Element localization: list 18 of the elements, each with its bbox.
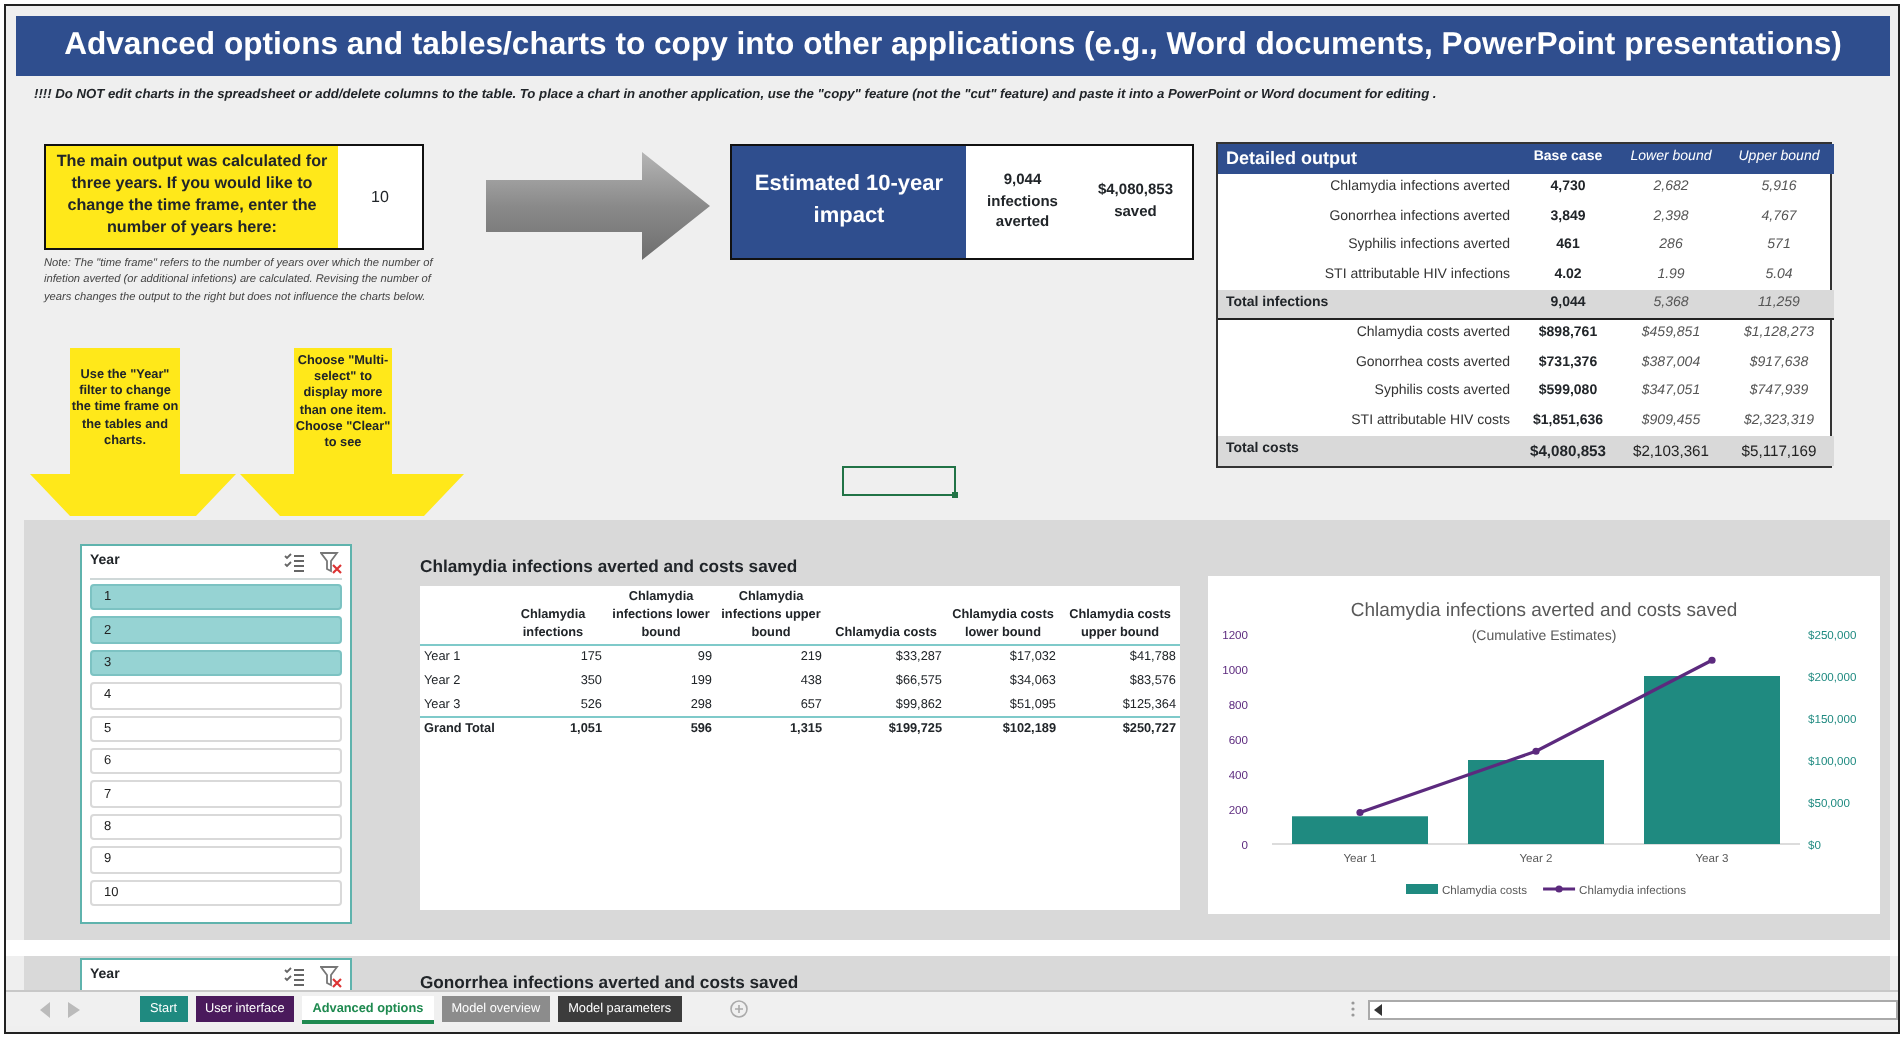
scroll-left-icon[interactable] [1370,1001,1386,1017]
table-title: Gonorrhea infections averted and costs saved [420,970,799,990]
chart-title: Chlamydia infections averted and costs saved [1350,600,1738,622]
input-label: The main output was calculated for three years. If you would like to change the time frame, enter the number of years here: [46,146,338,249]
clear-filter-icon[interactable] [320,965,342,987]
chart-bar [1468,760,1604,844]
impact-title: Estimated 10-year impact [732,146,966,258]
chart-bar [1292,816,1428,844]
title-bar: Advanced options and tables/charts to copy into other applications (e.g., Word documents, PowerPoint presentations) [16,16,1890,76]
years-input-cell[interactable]: 10 [338,146,422,249]
horizontal-scrollbar[interactable] [1368,999,1898,1019]
multi-select-icon[interactable] [284,966,306,986]
clear-filter-icon[interactable] [320,551,342,573]
selected-cell[interactable] [842,466,956,496]
splitter-handle-icon[interactable] [1350,1000,1356,1018]
multi-select-icon[interactable] [284,552,306,572]
table-title: Chlamydia infections averted and costs saved [420,554,800,580]
table-heading: Detailed output [1218,144,1518,174]
